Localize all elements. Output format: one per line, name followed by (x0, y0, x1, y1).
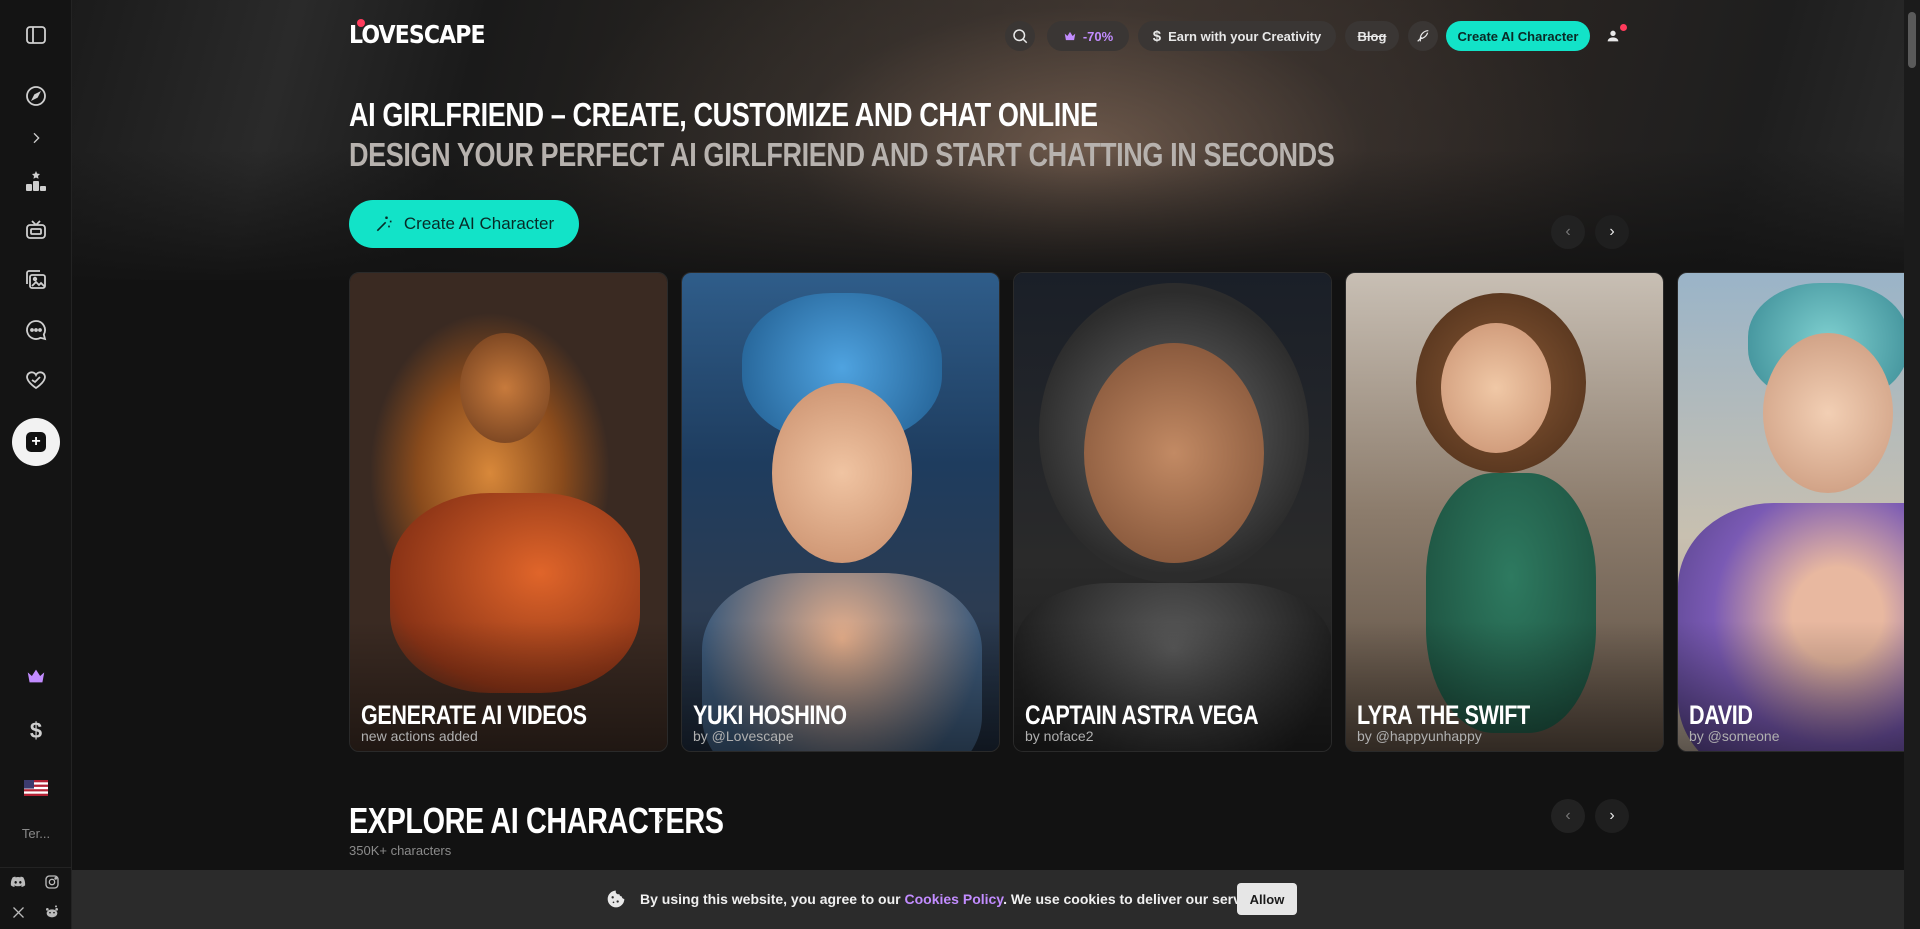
cookie-message: By using this website, you agree to our … (640, 891, 1272, 907)
carousel-card[interactable]: GENERATE AI VIDEOS new actions added (349, 272, 668, 752)
earn-label: Earn with your Creativity (1168, 28, 1322, 44)
cookie-text-before: By using this website, you agree to our (640, 891, 905, 907)
plus-icon: + (26, 432, 46, 452)
chevron-right-icon: › (1609, 223, 1615, 240)
hero-create-label: Create AI Character (403, 214, 555, 233)
chevron-left-icon: ‹ (1565, 807, 1571, 824)
promo-button[interactable]: -70% (1047, 21, 1129, 51)
create-character-header-button[interactable]: Create AI Character (1446, 21, 1590, 51)
dollar-icon: $ (1152, 27, 1162, 45)
hero-title: AI GIRLFRIEND – CREATE, CUSTOMIZE AND CH… (349, 96, 1098, 133)
carousel-card[interactable]: CAPTAIN ASTRA VEGA by noface2 (1013, 272, 1332, 752)
chevron-right-icon[interactable]: › (657, 808, 664, 831)
carousel-card[interactable]: LYRA THE SWIFT by @happyunhappy (1345, 272, 1664, 752)
divider (0, 867, 72, 868)
search-icon (1013, 29, 1028, 44)
character-figure (460, 333, 550, 443)
featured-carousel: GENERATE AI VIDEOS new actions added YUK… (349, 272, 1904, 752)
card-title: GENERATE AI VIDEOS (361, 700, 587, 730)
card-title: CAPTAIN ASTRA VEGA (1025, 700, 1259, 730)
explore-section-subtitle: 350K+ characters (349, 843, 452, 858)
cookies-policy-link[interactable]: Cookies Policy (905, 891, 1004, 907)
carousel-prev-button[interactable]: ‹ (1551, 215, 1585, 249)
blog-link[interactable]: Blog (1345, 21, 1399, 51)
card-title: YUKI HOSHINO (693, 700, 847, 730)
discord-icon[interactable] (8, 872, 28, 892)
reddit-icon[interactable] (42, 902, 62, 922)
explore-section-title[interactable]: EXPLORE AI CHARACTERS (349, 800, 724, 842)
scrollbar[interactable] (1904, 0, 1920, 929)
compass-icon[interactable] (0, 78, 72, 114)
chevron-left-icon: ‹ (1565, 223, 1571, 240)
instagram-icon[interactable] (42, 872, 62, 892)
main-content: LOVESCAPE -70% $ Earn with your Creativi… (72, 0, 1904, 929)
search-button[interactable] (1005, 21, 1035, 51)
notification-dot (1620, 24, 1627, 31)
cookie-text-after: . We use cookies to deliver our services… (1003, 891, 1273, 907)
cookie-banner: By using this website, you agree to our … (72, 870, 1904, 929)
card-subtitle: by @happyunhappy (1357, 728, 1482, 744)
card-subtitle: by @Lovescape (693, 728, 794, 744)
carousel-card[interactable]: DAVID by @someone (1677, 272, 1904, 752)
character-face (1441, 323, 1551, 453)
x-twitter-icon[interactable] (8, 902, 28, 922)
chat-icon[interactable] (0, 312, 72, 348)
feather-button[interactable] (1408, 21, 1438, 51)
logo-heart-icon (357, 19, 365, 27)
character-face (1763, 333, 1893, 493)
card-subtitle: by @someone (1689, 728, 1780, 744)
crown-icon[interactable] (0, 658, 72, 694)
tv-icon[interactable] (0, 212, 72, 248)
character-face (1084, 343, 1264, 563)
crown-icon (1064, 31, 1076, 41)
card-title: DAVID (1689, 700, 1753, 730)
leaderboard-icon[interactable] (0, 163, 72, 199)
magic-wand-icon (376, 216, 392, 232)
hero-create-button[interactable]: Create AI Character (349, 200, 579, 248)
feather-icon (1417, 30, 1429, 42)
earn-button[interactable]: $ Earn with your Creativity (1138, 21, 1336, 51)
carousel-next-button[interactable]: › (1595, 215, 1629, 249)
promo-label: -70% (1082, 28, 1114, 44)
gallery-icon[interactable] (0, 262, 72, 298)
sidebar: + $ Ter... (0, 0, 72, 929)
card-title: LYRA THE SWIFT (1357, 700, 1530, 730)
chevron-right-icon[interactable] (0, 120, 72, 156)
dollar-icon[interactable]: $ (0, 713, 72, 749)
explore-prev-button[interactable]: ‹ (1551, 799, 1585, 833)
user-icon (1607, 30, 1619, 42)
site-logo[interactable]: LOVESCAPE (349, 20, 486, 49)
cookie-allow-button[interactable]: Allow (1237, 883, 1297, 915)
create-character-button[interactable]: + (12, 418, 60, 466)
chevron-right-icon: › (1609, 807, 1615, 824)
card-subtitle: by noface2 (1025, 728, 1094, 744)
explore-next-button[interactable]: › (1595, 799, 1629, 833)
sidebar-toggle-icon[interactable] (0, 17, 72, 53)
cookie-icon (607, 890, 625, 908)
character-face (772, 383, 912, 563)
scrollbar-thumb[interactable] (1908, 12, 1916, 68)
terms-link[interactable]: Ter... (0, 826, 72, 841)
us-flag-icon[interactable] (0, 770, 72, 806)
hero-subtitle: DESIGN YOUR PERFECT AI GIRLFRIEND AND ST… (349, 136, 1335, 173)
card-subtitle: new actions added (361, 728, 478, 744)
carousel-card[interactable]: YUKI HOSHINO by @Lovescape (681, 272, 1000, 752)
heart-icon[interactable] (0, 362, 72, 398)
